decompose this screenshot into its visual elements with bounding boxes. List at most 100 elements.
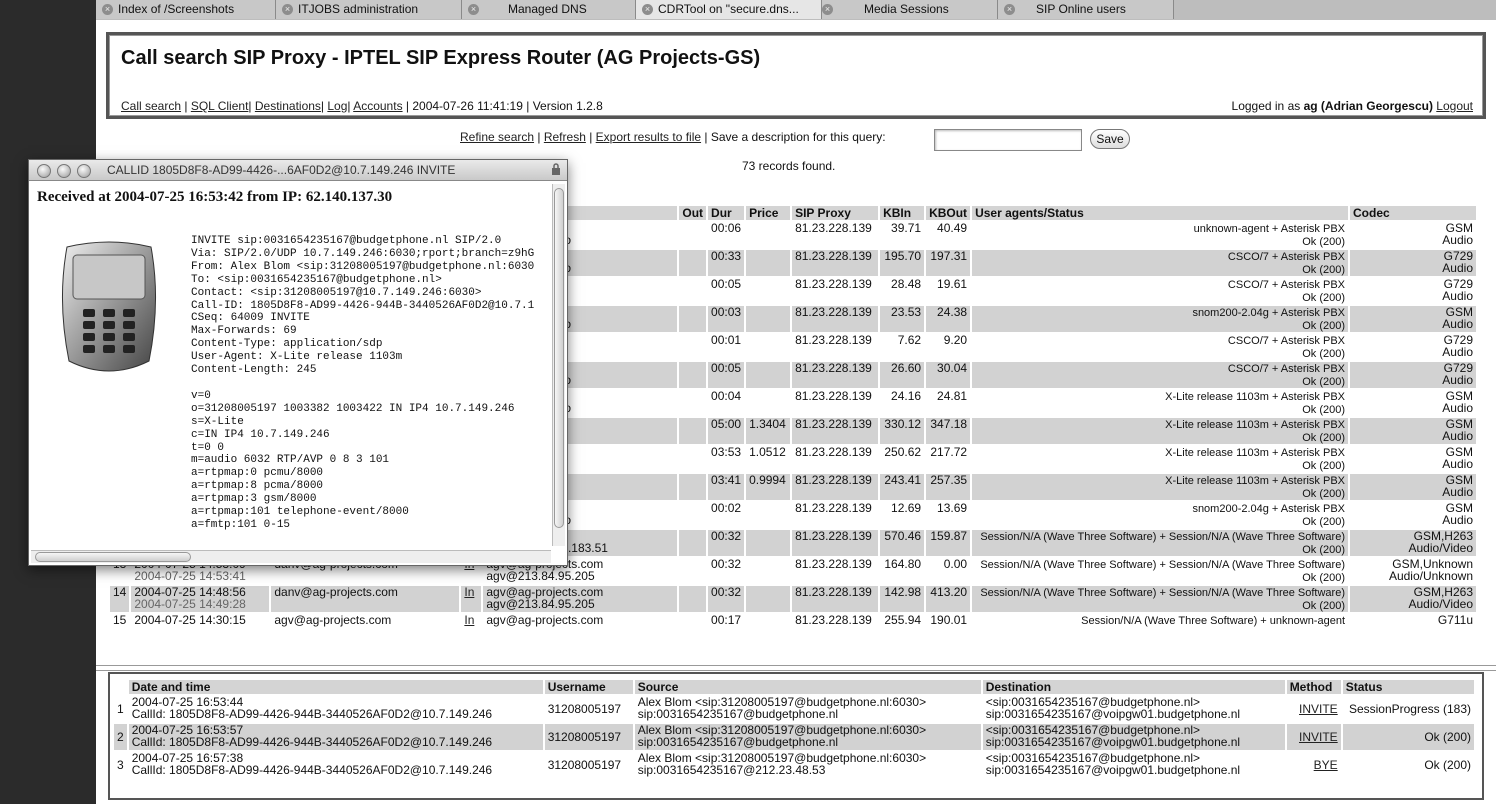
horizontal-scrollbar[interactable]	[31, 550, 551, 563]
export-link[interactable]: Export results to file	[596, 130, 701, 144]
lock-icon	[552, 163, 560, 175]
vertical-scrollbar[interactable]	[552, 184, 565, 546]
col-sip-proxy: SIP Proxy	[792, 206, 879, 220]
zoom-window-button[interactable]	[77, 164, 91, 178]
method-link[interactable]: INVITE	[1299, 702, 1338, 716]
call-status: Ok (200)	[1302, 460, 1345, 472]
refresh-link[interactable]: Refresh	[544, 130, 586, 144]
trace-username: 31208005197	[547, 758, 622, 772]
kb-out: 19.61	[937, 277, 968, 291]
caller-user: danv@ag-projects.com	[274, 585, 398, 599]
user-agents: Session/N/A (Wave Three Software) + Sess…	[980, 531, 1345, 543]
col-destination: Destination	[982, 680, 1285, 694]
media-type: Audio/Video	[1408, 541, 1474, 555]
call-status: Ok (200)	[1302, 376, 1345, 388]
tab-index-screenshots[interactable]: × Index of /Screenshots	[96, 0, 276, 19]
close-icon[interactable]: ×	[468, 4, 479, 15]
frame-divider[interactable]	[96, 665, 1496, 671]
tab-itjobs[interactable]: × ITJOBS administration	[276, 0, 462, 19]
scrollbar-thumb[interactable]	[35, 552, 191, 562]
sip-trace-table: Date and time Username Source Destinatio…	[112, 678, 1476, 780]
sip-message-window[interactable]: CALLID 1805D8F8-AD99-4426-...6AF0D2@10.7…	[28, 159, 568, 566]
sip-line: INVITE sip:0031654235167@budgetphone.nl …	[191, 235, 502, 247]
codec: G711u	[1437, 613, 1473, 627]
scrollbar-thumb[interactable]	[554, 188, 564, 528]
kb-out: 190.01	[930, 613, 968, 627]
sip-proxy: 81.23.228.139	[795, 557, 872, 571]
tab-label: CDRTool on "secure.dns...	[658, 2, 799, 16]
duration: 00:01	[711, 333, 742, 347]
row-number: 14	[113, 585, 127, 599]
sip-line: a=rtpmap:101 telephone-event/8000	[191, 506, 409, 519]
kb-out: 9.20	[943, 333, 968, 347]
nav-log[interactable]: Log	[327, 99, 347, 113]
call-status: Ok (200)	[1302, 264, 1345, 276]
kb-in: 23.53	[891, 305, 922, 319]
close-icon[interactable]: ×	[822, 4, 833, 15]
sip-line: a=rtpmap:0 pcmu/8000	[191, 467, 324, 480]
media-type: Audio	[1442, 261, 1473, 275]
trace-username: 31208005197	[547, 702, 622, 716]
minimize-window-button[interactable]	[57, 164, 71, 178]
call-status: Ok (200)	[1302, 488, 1345, 500]
close-icon[interactable]: ×	[102, 4, 113, 15]
query-description-input[interactable]	[934, 129, 1082, 151]
window-titlebar[interactable]: CALLID 1805D8F8-AD99-4426-...6AF0D2@10.7…	[29, 160, 567, 181]
table-row: 15 2004-07-25 14:30:15 agv@ag-projects.com…	[110, 614, 1476, 640]
direction-link[interactable]: In	[464, 613, 474, 627]
col-status: Status	[1342, 680, 1474, 694]
col-price: Price	[746, 206, 791, 220]
col-date-time: Date and time	[128, 680, 543, 694]
trace-status: Ok (200)	[1424, 730, 1471, 744]
nav-destinations[interactable]: Destinations	[255, 99, 321, 113]
trace-destination-uri: sip:0031654235167@voipgw01.budgetphone.n…	[985, 735, 1241, 749]
nav-accounts[interactable]: Accounts	[353, 99, 402, 113]
nav-call-search[interactable]: Call search	[121, 99, 181, 113]
duration: 00:32	[711, 585, 742, 599]
user-agents: CSCO/7 + Asterisk PBX	[1227, 279, 1345, 291]
duration: 03:53	[711, 445, 742, 459]
price: 1.0512	[749, 445, 786, 459]
sip-proxy: 81.23.228.139	[795, 417, 872, 431]
trace-callid: CallId: 1805D8F8-AD99-4426-944B-3440526A…	[131, 735, 493, 749]
duration: 00:06	[711, 221, 742, 235]
duration: 00:32	[711, 529, 742, 543]
sip-proxy: 81.23.228.139	[795, 613, 872, 627]
tab-managed-dns[interactable]: × Managed DNS	[462, 0, 636, 19]
close-window-button[interactable]	[37, 164, 51, 178]
nav-sql-client[interactable]: SQL Client	[191, 99, 249, 113]
tab-cdrtool[interactable]: × CDRTool on "secure.dns...	[636, 0, 822, 19]
kb-out: 30.04	[937, 361, 968, 375]
trace-row: 2 2004-07-25 16:53:57 CallId: 1805D8F8-AD9…	[114, 724, 1474, 750]
row-number: 2	[117, 730, 124, 744]
direction-link[interactable]: In	[464, 585, 474, 599]
tab-sip-online-users[interactable]: × SIP Online users	[998, 0, 1174, 19]
trace-row: 3 2004-07-25 16:57:38 CallId: 1805D8F8-AD9…	[114, 752, 1474, 778]
stop-time: 2004-07-25 14:49:28	[134, 597, 246, 611]
sip-line: a=fmtp:101 0-15	[191, 518, 291, 531]
method-link[interactable]: INVITE	[1299, 730, 1338, 744]
method-link[interactable]: BYE	[1314, 758, 1338, 772]
media-type: Audio	[1442, 289, 1473, 303]
sip-proxy: 81.23.228.139	[795, 389, 872, 403]
close-icon[interactable]: ×	[642, 4, 653, 15]
window-title: CALLID 1805D8F8-AD99-4426-...6AF0D2@10.7…	[107, 163, 456, 177]
media-type: Audio	[1442, 429, 1473, 443]
close-icon[interactable]: ×	[282, 4, 293, 15]
user-agents: snom200-2.04g + Asterisk PBX	[1192, 503, 1345, 515]
table-row: 14 2004-07-25 14:48:56 2004-07-25 14:49:28…	[110, 586, 1476, 612]
trace-username: 31208005197	[547, 730, 622, 744]
duration: 00:05	[711, 277, 742, 291]
login-info: Logged in as ag (Adrian Georgescu) Logou…	[1232, 99, 1473, 113]
user-agents: CSCO/7 + Asterisk PBX	[1227, 363, 1345, 375]
kb-in: 243.41	[884, 473, 922, 487]
tab-media-sessions[interactable]: × Media Sessions	[822, 0, 998, 19]
refine-search-link[interactable]: Refine search	[460, 130, 534, 144]
close-icon[interactable]: ×	[1004, 4, 1015, 15]
sip-proxy: 81.23.228.139	[795, 473, 872, 487]
call-status: Ok (200)	[1302, 572, 1345, 584]
kb-out: 13.69	[937, 501, 968, 515]
logout-link[interactable]: Logout	[1436, 99, 1473, 113]
sip-line: From: Alex Blom <sip:31208005197@budgetp…	[191, 260, 535, 273]
save-button[interactable]: Save	[1090, 129, 1130, 149]
